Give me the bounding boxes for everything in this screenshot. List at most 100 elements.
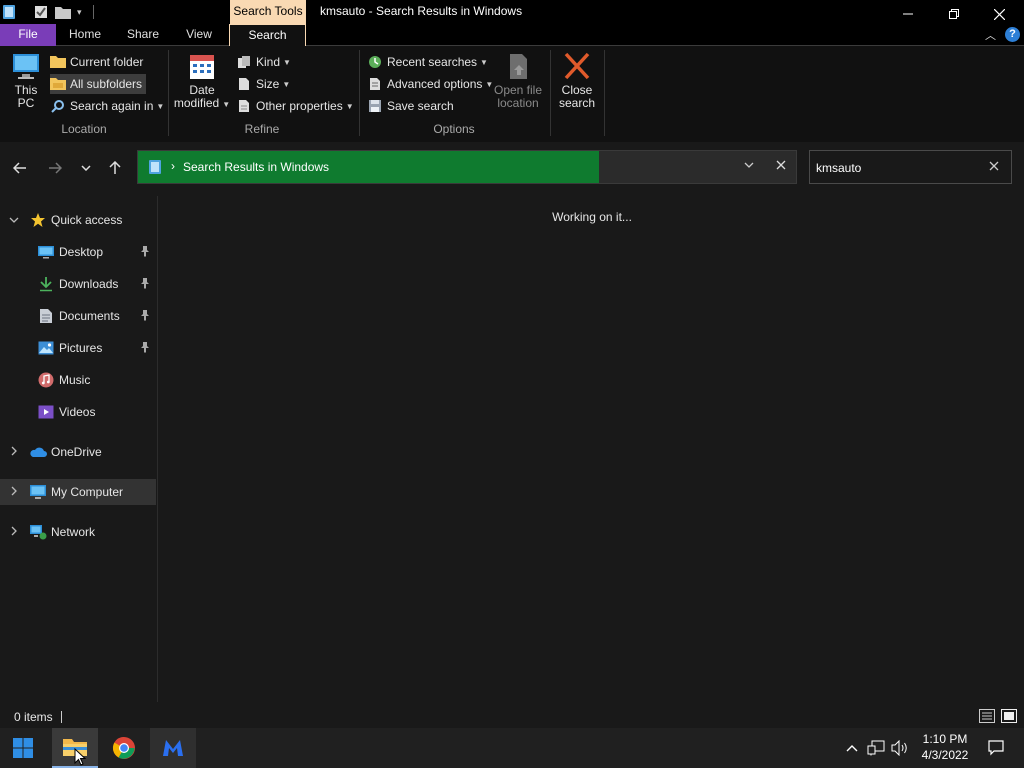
properties-doc-icon — [236, 98, 252, 114]
nav-item-desktop[interactable]: Desktop — [0, 239, 156, 265]
pin-icon — [140, 277, 150, 292]
details-view-button[interactable] — [978, 708, 996, 724]
nav-network[interactable]: Network — [0, 519, 156, 545]
recent-searches-button[interactable]: Recent searches ▼ — [367, 52, 488, 72]
save-search-label: Save search — [387, 99, 454, 113]
subfolders-icon — [50, 76, 66, 92]
tab-search[interactable]: Search — [229, 24, 306, 47]
nav-my-computer[interactable]: My Computer — [0, 479, 156, 505]
this-pc-button[interactable]: This PC — [8, 50, 44, 110]
advanced-options-button[interactable]: Advanced options ▼ — [367, 74, 493, 94]
network-tray-icon — [867, 740, 885, 756]
forward-button[interactable] — [44, 157, 66, 179]
nav-item-label: Desktop — [59, 245, 104, 259]
chevron-right-icon[interactable] — [8, 486, 20, 499]
close-search-label-1: Close — [561, 83, 593, 97]
help-icon[interactable]: ? — [1005, 27, 1020, 42]
group-label-options: Options — [433, 122, 475, 136]
taskbar-clock[interactable]: 1:10 PM 4/3/2022 — [912, 731, 978, 763]
up-button[interactable] — [104, 157, 126, 179]
customize-qat-icon[interactable]: ▾ — [77, 4, 82, 20]
nav-item-videos[interactable]: Videos — [0, 399, 156, 425]
chevron-expanded-icon[interactable] — [8, 214, 20, 226]
tab-file[interactable]: File — [0, 24, 56, 46]
save-search-button[interactable]: Save search — [367, 96, 454, 116]
size-button[interactable]: Size ▼ — [236, 74, 290, 94]
stop-search-button[interactable] — [776, 157, 786, 174]
search-input[interactable] — [816, 159, 976, 177]
dropdown-caret-icon: ▼ — [283, 57, 291, 67]
show-hidden-icons-button[interactable] — [843, 738, 861, 758]
search-box[interactable] — [809, 150, 1012, 184]
action-center-button[interactable] — [985, 738, 1007, 758]
address-history-dropdown-icon[interactable] — [744, 159, 754, 171]
navigation-row: › Search Results in Windows — [0, 142, 1024, 192]
tab-home[interactable]: Home — [60, 24, 110, 46]
start-button[interactable] — [0, 728, 46, 768]
music-icon — [37, 371, 55, 389]
desktop-icon — [37, 243, 55, 261]
nav-item-pictures[interactable]: Pictures — [0, 335, 156, 361]
this-pc-icon — [13, 54, 39, 79]
computer-icon — [29, 483, 47, 501]
clear-search-button[interactable] — [989, 158, 999, 175]
breadcrumb-search-results[interactable]: Search Results in Windows — [183, 160, 329, 174]
nav-item-label: Music — [59, 373, 91, 387]
search-status-message: Working on it... — [552, 210, 632, 224]
date-modified-button[interactable]: Date modified ▼ — [173, 50, 231, 111]
address-bar[interactable]: › Search Results in Windows — [137, 150, 797, 184]
kind-button[interactable]: Kind ▼ — [236, 52, 291, 72]
open-file-location-icon — [510, 54, 527, 79]
chrome-icon — [112, 736, 135, 759]
recent-searches-label: Recent searches — [387, 55, 478, 69]
close-icon — [989, 161, 999, 171]
nav-item-label: Downloads — [59, 277, 119, 291]
other-properties-button[interactable]: Other properties ▼ — [236, 96, 354, 116]
volume-tray-button[interactable] — [890, 738, 910, 758]
nav-onedrive[interactable]: OneDrive — [0, 439, 156, 465]
tab-view[interactable]: View — [176, 24, 222, 46]
tab-share[interactable]: Share — [117, 24, 169, 46]
new-folder-icon[interactable] — [55, 4, 71, 20]
chevron-right-icon[interactable] — [8, 526, 20, 539]
properties-icon[interactable] — [34, 4, 48, 20]
title-bar: ▾ Search Tools kmsauto - Search Results … — [0, 0, 1024, 24]
clock-date: 4/3/2022 — [921, 748, 969, 762]
breadcrumb-chevron-icon[interactable]: › — [171, 159, 175, 173]
search-again-in-button[interactable]: Search again in ▼ — [50, 96, 164, 116]
window-icon[interactable] — [2, 4, 16, 20]
minimize-ribbon-icon[interactable]: ︿ — [985, 27, 996, 43]
search-tools-context-label: Search Tools — [230, 0, 306, 24]
recent-locations-button[interactable] — [75, 157, 97, 179]
back-button[interactable] — [9, 157, 31, 179]
nav-item-label: Documents — [59, 309, 120, 323]
nav-item-downloads[interactable]: Downloads — [0, 271, 156, 297]
close-search-button[interactable]: Close search — [555, 50, 599, 110]
nav-onedrive-label: OneDrive — [51, 445, 102, 459]
advanced-options-icon — [367, 76, 383, 92]
up-arrow-icon — [109, 161, 121, 174]
pin-icon — [140, 309, 150, 324]
taskbar-malwarebytes[interactable] — [150, 728, 196, 768]
file-list-area[interactable]: Working on it... — [160, 196, 1024, 702]
dropdown-caret-icon: ▼ — [480, 57, 488, 67]
nav-item-music[interactable]: Music — [0, 367, 156, 393]
taskbar-chrome[interactable] — [101, 728, 147, 768]
videos-icon — [37, 403, 55, 421]
search-again-in-label: Search again in — [70, 99, 154, 113]
ribbon-divider — [550, 50, 551, 136]
star-icon — [29, 211, 47, 229]
group-label-refine: Refine — [244, 122, 280, 136]
nav-item-documents[interactable]: Documents — [0, 303, 156, 329]
all-subfolders-button[interactable]: All subfolders — [50, 74, 147, 94]
forward-arrow-icon — [49, 162, 62, 174]
current-folder-button[interactable]: Current folder — [50, 52, 143, 72]
ribbon-tabs: File Home Share View Search ︿ ? — [0, 24, 1024, 47]
status-bar: 0 items — [0, 704, 1024, 728]
details-view-icon — [979, 709, 995, 723]
open-file-location-button[interactable]: Open file location — [492, 50, 544, 110]
large-icons-view-button[interactable] — [1000, 708, 1018, 724]
chevron-right-icon[interactable] — [8, 446, 20, 459]
nav-quick-access[interactable]: Quick access — [0, 207, 156, 233]
network-tray-button[interactable] — [866, 738, 886, 758]
